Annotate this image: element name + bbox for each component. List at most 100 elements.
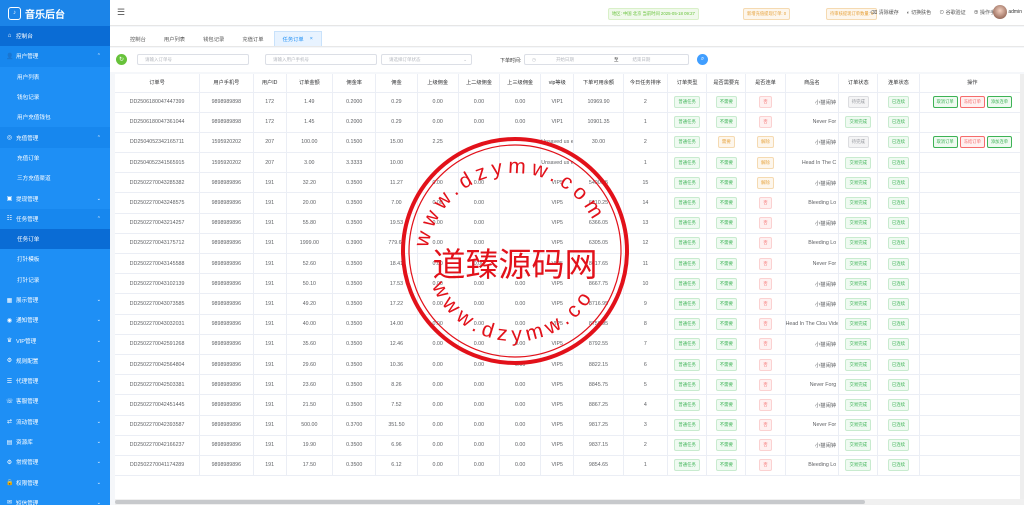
sidebar-item[interactable]: 钱包记录 [0, 87, 110, 107]
table-cell: 0.00 [417, 435, 459, 456]
table-cell: 不需要 [706, 394, 747, 416]
clear-cache-button[interactable]: ⌫ 清除缓存 [870, 9, 898, 16]
scrollbar-thumb[interactable] [115, 500, 865, 504]
phone-input[interactable]: 请输入用户手机号 [265, 54, 377, 65]
sidebar-item[interactable]: 打针记录 [0, 270, 110, 290]
table-cell: 0.00 [417, 112, 459, 133]
action-button[interactable]: 添加连单 [986, 136, 1013, 149]
sidebar-item[interactable]: ▣ 提现管理 ⌄ [0, 188, 110, 208]
table-cell: 否 [745, 92, 786, 113]
table-cell: 交易完成 [838, 233, 879, 255]
refresh-icon[interactable]: ↻ [116, 54, 127, 65]
sidebar-item[interactable]: ◉ 通知管理 ⌄ [0, 310, 110, 330]
search-icon[interactable]: ⌕ [697, 54, 708, 65]
cell-value: 10.00 [389, 159, 404, 166]
tab-label: 控制台 [130, 36, 146, 43]
table-cell: 已连续 [877, 92, 920, 113]
start-date-input[interactable]: 开始日期 [556, 57, 606, 63]
table-cell: 6.96 [375, 435, 418, 456]
tab-2[interactable]: 钱包记录 [195, 31, 232, 46]
cell-value: 0.3500 [346, 300, 363, 307]
sidebar-item[interactable]: ☏ 客服管理 ⌄ [0, 391, 110, 411]
cell-value: 6.96 [391, 442, 402, 449]
sidebar-item[interactable]: ▦ 展示管理 ⌄ [0, 290, 110, 310]
withdraw-notice[interactable]: 新增充值提现订单: 0 [743, 8, 791, 20]
column-header: 用户ID [253, 74, 287, 93]
cell-value: 0.3500 [346, 361, 363, 368]
cell-value: 0.3500 [346, 280, 363, 287]
sidebar-item[interactable]: ☰ 代理管理 ⌄ [0, 371, 110, 391]
table-cell: 0.1500 [332, 132, 377, 154]
sidebar-item[interactable]: ⚙ 规则配置 ⌄ [0, 351, 110, 371]
cell-value: DD2504052341565915 [129, 159, 185, 166]
sidebar-item[interactable]: 用户列表 [0, 67, 110, 87]
order-number-input[interactable]: 请输入订单号 [137, 54, 249, 65]
sidebar-item[interactable]: 👤 用户管理 ⌃ [0, 46, 110, 67]
table-cell: 11.27 [375, 172, 418, 194]
username[interactable]: admin [1008, 9, 1022, 15]
switch-skin-button[interactable]: ◐ 切换肤色 [907, 9, 931, 16]
tab-3[interactable]: 充值订单 [234, 31, 271, 46]
end-date-input[interactable]: 结束日期 [632, 57, 650, 63]
action-button[interactable]: 取消订单 [932, 136, 958, 149]
chevron-icon: ⌄ [96, 337, 101, 344]
google-auth-button[interactable]: ⊙ 谷歌验证 [939, 9, 965, 16]
sidebar-item[interactable]: ⇄ 流动管理 ⌄ [0, 412, 110, 432]
cell-value: 10 [642, 280, 649, 287]
table-cell: 解除 [745, 172, 786, 194]
action-button[interactable]: 冻结订单 [959, 96, 985, 109]
tab-1[interactable]: 用户列表 [156, 31, 193, 46]
table-cell: 交易完成 [838, 152, 879, 174]
sidebar-item[interactable]: ⌂ 控制台 [0, 26, 110, 47]
close-icon[interactable]: × [310, 36, 313, 42]
product-name-cell: Bleeding Lo [785, 455, 840, 477]
table-cell: VIP5 [540, 455, 575, 477]
tab-label: 钱包记录 [203, 36, 225, 43]
sidebar-item[interactable]: 打针模板 [0, 249, 110, 269]
vertical-scrollbar[interactable] [1020, 74, 1024, 499]
cell-value: 0.2000 [346, 99, 363, 106]
table-cell: 207 [253, 152, 287, 174]
table-cell: VIP5 [540, 394, 575, 416]
status-select[interactable]: 请选择订单状态 ⌄ [381, 54, 472, 65]
action-button[interactable]: 添加连单 [986, 96, 1013, 109]
toolbar: ⌫ 清除缓存 ◐ 切换肤色 ⊙ 谷歌验证 ⊕ 操作手册 [870, 9, 1000, 16]
table-cell: 1.49 [286, 92, 334, 113]
cell-value: 3.00 [304, 159, 315, 166]
sidebar-item[interactable]: 任务订单 [0, 228, 110, 250]
cell-value: VIP1 [551, 119, 563, 126]
cell-value: DD2502270042393587 [129, 422, 185, 429]
cell-value: 0.00 [514, 300, 526, 307]
action-button[interactable]: 冻结订单 [959, 136, 985, 149]
table-cell: Unsaved us er [540, 152, 575, 174]
sidebar-item[interactable]: ✉ 短信管理 ⌄ [0, 493, 110, 505]
horizontal-scrollbar[interactable] [115, 499, 1024, 505]
avatar[interactable] [993, 5, 1007, 19]
sidebar-item[interactable]: ☷ 任务管理 ⌃ [0, 208, 110, 229]
tab-4[interactable]: 任务订单 × [273, 31, 322, 46]
sidebar-item-label: 客服管理 [16, 399, 39, 406]
action-button[interactable]: 取消订单 [932, 96, 958, 109]
date-range-picker[interactable]: ◷ 开始日期 至 结束日期 [524, 54, 689, 65]
sidebar-item[interactable]: ⚙ 常规管理 ⌄ [0, 452, 110, 472]
sidebar-item[interactable]: ♛ VIP管理 ⌄ [0, 330, 110, 350]
sidebar-item[interactable]: 三方充值渠道 [0, 168, 110, 188]
cell-value: 2.25 [432, 139, 443, 146]
table-cell: 0.00 [417, 213, 459, 234]
sidebar-item[interactable]: ▤ 资源库 ⌄ [0, 432, 110, 452]
actions-cell [919, 334, 1024, 355]
status-tag: 交易完成 [845, 439, 872, 452]
sidebar-item[interactable]: ◎ 充值管理 ⌃ [0, 127, 110, 148]
sidebar-item[interactable]: 🔒 权限管理 ⌄ [0, 473, 110, 493]
menu-toggle-icon[interactable]: ☰ [110, 7, 132, 18]
type-tag: 普通任务 [674, 378, 700, 391]
need-tag: 不需要 [715, 378, 737, 391]
table-cell: VIP5 [540, 273, 575, 295]
chevron-icon: ⌄ [96, 479, 101, 486]
tab-0[interactable]: 控制台 [122, 31, 154, 46]
table-cell: 0.00 [458, 233, 501, 255]
sidebar-item[interactable]: 充值订单 [0, 148, 110, 168]
table-cell: 交易完成 [838, 273, 879, 295]
table-cell: 30.00 [573, 132, 624, 154]
sidebar-item[interactable]: 用户充值钱包 [0, 107, 110, 127]
